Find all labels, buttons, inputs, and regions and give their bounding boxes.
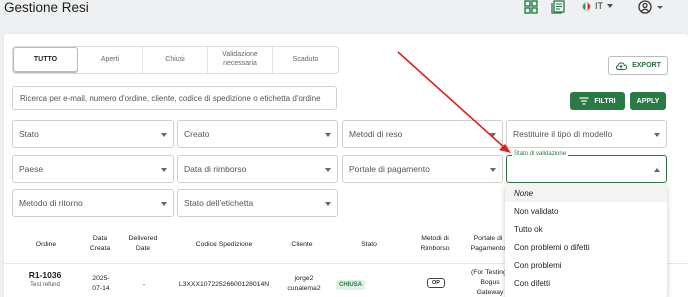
data-rimborso-select-label: Data di rimborso <box>184 164 247 174</box>
col-ordine-label: Ordine <box>35 241 57 248</box>
col-delivered-line2: Date <box>135 244 151 252</box>
metodi-reso-select-label: Metodi di reso <box>349 129 403 139</box>
customer-line1: jorge2 <box>294 275 314 282</box>
col-portale-line1: Portale di <box>473 235 503 242</box>
dropdown-option-con-problemi[interactable]: Con problemi <box>505 256 667 274</box>
date-line1: 2025- <box>92 275 110 282</box>
tab-tutto[interactable]: TUTTO <box>13 47 78 73</box>
tab-aperti[interactable]: Aperti <box>78 47 143 73</box>
col-portale-line2: Pagamento <box>470 244 506 252</box>
top-bar: Gestione Resi IT <box>0 0 688 26</box>
paese-select[interactable]: Paese <box>12 155 174 183</box>
metodo-ritorno-select-label: Metodo di ritorno <box>19 198 83 208</box>
page-title: Gestione Resi <box>4 0 89 15</box>
stato-validazione-label: Stato di validazione <box>512 151 569 157</box>
export-label: EXPORT <box>632 62 661 69</box>
caret-down-icon <box>161 168 167 172</box>
order-id[interactable]: R1-1036 <box>20 269 70 281</box>
col-data-creata[interactable]: Data Creata <box>84 234 116 254</box>
language-selector[interactable]: IT <box>582 1 613 11</box>
col-portale-pagamento[interactable]: Portale di Pagamento <box>467 234 509 254</box>
filter-lines-icon <box>579 97 589 105</box>
caret-down-icon <box>161 202 167 206</box>
stato-validazione-dropdown: None Non validato Tutto ok Con problemi … <box>505 184 667 297</box>
metodo-ritorno-select[interactable]: Metodo di ritorno <box>12 189 174 217</box>
stato-etichetta-select-label: Stato dell'etichetta <box>184 198 254 208</box>
filters-label: FILTRI <box>594 97 616 105</box>
language-code: IT <box>595 1 603 11</box>
col-data-creata-line2: Creata <box>89 244 111 252</box>
tab-validazione-necessaria[interactable]: Validazione necessaria <box>208 47 273 73</box>
order-cell: R1-1036 Test refund <box>20 269 70 290</box>
caret-down-icon <box>161 133 167 137</box>
tipo-modello-select-label: Restituire il tipo di modello <box>513 129 613 139</box>
customer-cell: jorge2 cunalema2 <box>284 274 324 294</box>
caret-down-icon <box>325 168 331 172</box>
tab-chiusi[interactable]: Chiusi <box>143 47 208 73</box>
col-metodi-rimborso[interactable]: Metodi di Rimborso <box>414 234 456 254</box>
creato-select[interactable]: Creato <box>177 120 338 148</box>
cloud-upload-icon <box>616 61 628 70</box>
dropdown-option-problemi-o-difetti[interactable]: Con problemi o difetti <box>505 238 667 256</box>
caret-down-icon <box>325 202 331 206</box>
portale-pagamento-select-label: Portale di pagamento <box>349 164 430 174</box>
caret-down-icon <box>654 133 660 137</box>
col-delivered-date[interactable]: Delivered Date <box>123 234 163 254</box>
paese-select-label: Paese <box>19 164 44 174</box>
user-account-icon <box>638 0 663 14</box>
order-subtitle: Test refund <box>30 282 60 289</box>
status-tabs: TUTTO Aperti Chiusi Validazione necessar… <box>12 46 339 74</box>
dropdown-option-tutto-ok[interactable]: Tutto ok <box>505 220 667 238</box>
dropdown-option-none[interactable]: None <box>505 184 667 202</box>
col-codice-label: Codice Spedizione <box>195 241 253 248</box>
dropdown-option-non-validato[interactable]: Non validato <box>505 202 667 220</box>
caret-down-icon <box>490 168 496 172</box>
date-line2: 07-14 <box>92 284 110 292</box>
col-metodi-line2: Rimborso <box>420 244 450 252</box>
col-cliente-label: Cliente <box>291 241 313 248</box>
caret-up-icon <box>654 168 660 172</box>
dropdown-option-con-difetti[interactable]: Con difetti <box>505 274 667 292</box>
col-metodi-line1: Metodi di <box>421 235 449 242</box>
data-rimborso-select[interactable]: Data di rimborso <box>177 155 338 183</box>
creato-select-label: Creato <box>184 129 210 139</box>
stato-select[interactable]: Stato <box>12 120 174 148</box>
search-input[interactable]: Ricerca per e-mail, numero d'ordine, cli… <box>12 86 337 110</box>
status-badge: CHIUSA <box>336 280 366 290</box>
italy-flag-icon <box>582 1 591 11</box>
tipo-modello-select[interactable]: Restituire il tipo di modello <box>506 120 667 148</box>
stato-select-label: Stato <box>19 129 39 139</box>
filters-button[interactable]: FILTRI <box>570 92 625 110</box>
refund-method-badge: OP <box>427 278 445 288</box>
col-ordine[interactable]: Ordine <box>26 240 66 250</box>
stato-etichetta-select[interactable]: Stato dell'etichetta <box>177 189 338 217</box>
stato-validazione-select[interactable]: Stato di validazione <box>506 151 667 183</box>
apply-button[interactable]: APPLY <box>630 92 666 110</box>
col-codice-spedizione[interactable]: Codice Spedizione <box>184 240 264 250</box>
caret-down-icon <box>490 133 496 137</box>
col-delivered-line1: Delivered <box>128 235 158 242</box>
metodi-reso-select[interactable]: Metodi di reso <box>342 120 503 148</box>
chevron-down-icon <box>607 4 613 8</box>
col-stato[interactable]: Stato <box>349 240 389 250</box>
user-menu[interactable] <box>638 0 666 16</box>
documents-list-icon[interactable] <box>551 0 567 16</box>
portale-pagamento-select[interactable]: Portale di pagamento <box>342 155 503 183</box>
tab-scaduto[interactable]: Scaduto <box>273 47 338 73</box>
date-cell: 2025- 07-14 <box>86 274 116 294</box>
col-cliente[interactable]: Cliente <box>282 240 322 250</box>
tracking-code-cell: L3XXX10722526600128014N <box>178 281 270 288</box>
caret-down-icon <box>325 133 331 137</box>
customer-line2: cunalema2 <box>287 284 321 292</box>
export-button[interactable]: EXPORT <box>608 56 668 75</box>
col-data-creata-line1: Data <box>92 235 108 242</box>
col-stato-label: Stato <box>361 241 377 248</box>
dashboard-grid-icon[interactable] <box>524 0 540 16</box>
delivered-cell: - <box>142 281 146 288</box>
